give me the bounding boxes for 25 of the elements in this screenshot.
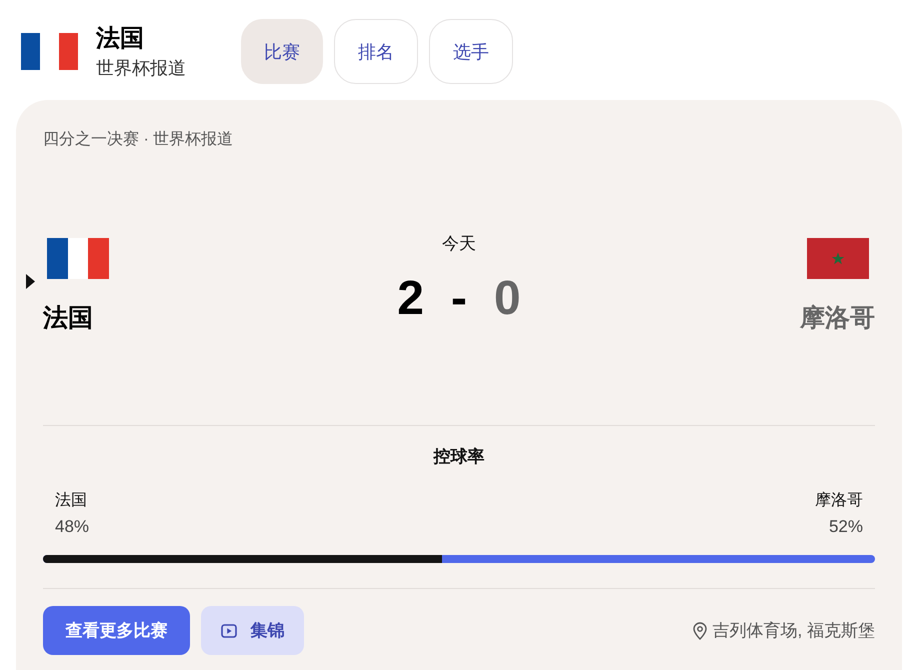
match-date: 今天 <box>442 233 476 255</box>
score-separator: - <box>451 273 467 325</box>
highlights-button[interactable]: 集锦 <box>201 606 304 655</box>
away-score: 0 <box>494 273 521 325</box>
tab[interactable]: 选手 <box>429 19 513 84</box>
team-name: 摩洛哥 <box>800 303 875 333</box>
match-stage: 四分之一决赛 · 世界杯报道 <box>43 130 234 150</box>
home-score: 2 <box>397 273 424 325</box>
location-pin-icon <box>692 622 707 640</box>
team-name: 法国 <box>43 303 93 333</box>
tab[interactable]: 排名 <box>334 19 418 84</box>
team-subtitle: 世界杯报道 <box>96 56 187 80</box>
play-icon <box>220 624 236 638</box>
star-flag-icon <box>806 238 869 279</box>
possession-reading: 52% <box>828 516 863 538</box>
tab[interactable]: 比赛 <box>241 19 323 84</box>
team-title: 法国 <box>96 24 145 54</box>
tricolor-flag-icon <box>21 33 78 70</box>
possession-reading: 48% <box>55 516 90 538</box>
possession-title: 控球率 <box>432 446 486 468</box>
team-label: 法国 <box>55 490 87 511</box>
more-matches-button[interactable]: 查看更多比赛 <box>43 606 190 655</box>
tricolor-flag-icon <box>47 238 109 279</box>
team-label: 摩洛哥 <box>815 490 863 511</box>
venue-text: 吉列体育场, 福克斯堡 <box>712 620 875 642</box>
